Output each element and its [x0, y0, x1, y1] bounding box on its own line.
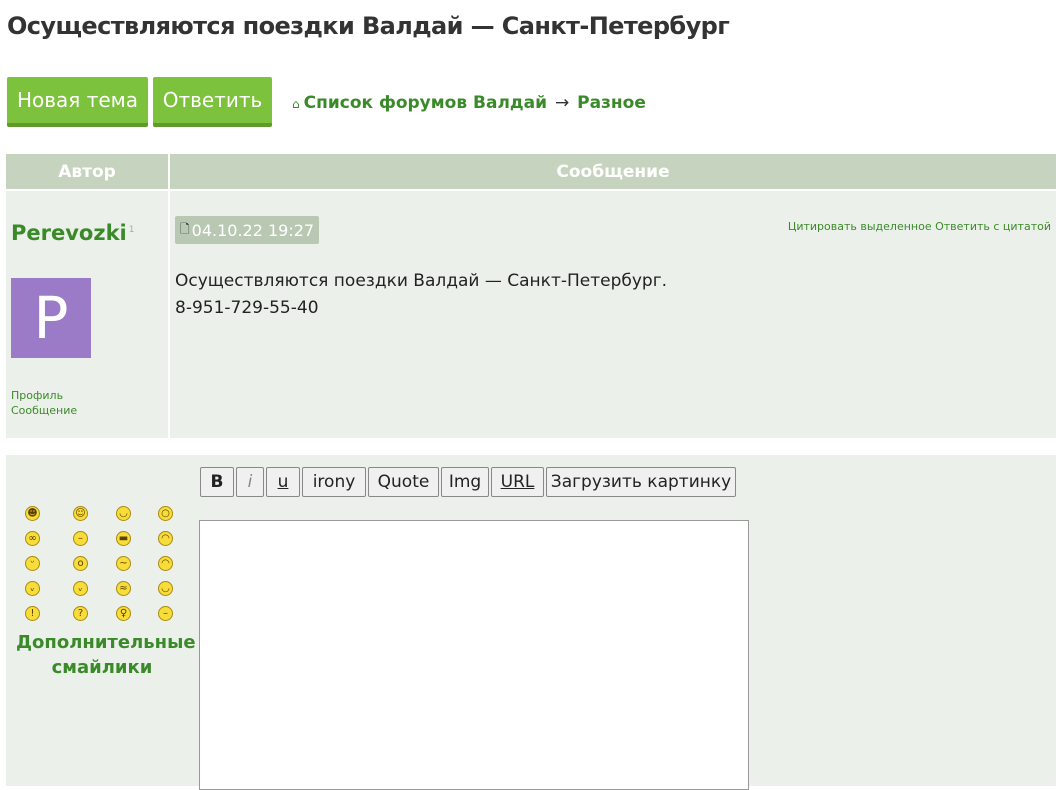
author-column-header: Автор — [6, 154, 170, 189]
more-smileys-link[interactable]: Дополнительные смайлики — [16, 630, 196, 680]
message-column-header: Сообщение — [556, 161, 670, 182]
breadcrumb-separator: → — [554, 93, 570, 113]
document-icon: 🗋 — [180, 221, 190, 236]
profile-link[interactable]: Профиль — [11, 389, 63, 402]
smiley-exclaim-icon[interactable]: ! — [25, 606, 40, 621]
avatar: P — [11, 278, 91, 358]
smiley-row: ᵥ ᵥ ≈ ◡ — [25, 578, 195, 603]
img-button[interactable]: Img — [441, 467, 489, 497]
page-title: Осуществляются поездки Валдай — Санкт-Пе… — [7, 12, 730, 40]
smiley-tongue-icon[interactable]: ᵕ — [25, 556, 40, 571]
smiley-question-icon[interactable]: ? — [73, 606, 88, 621]
quote-button[interactable]: Quote — [368, 467, 439, 497]
post-author-panel: Perevozki 1 P Профиль Сообщение — [6, 191, 168, 438]
italic-button[interactable]: i — [236, 467, 264, 497]
smiley-smile-icon[interactable]: ☺ — [73, 506, 88, 521]
smiley-shock-icon[interactable]: o — [73, 556, 88, 571]
table-header: Автор Сообщение — [6, 154, 1056, 189]
message-user-link[interactable]: Сообщение — [11, 404, 77, 417]
quote-selected-link[interactable]: Цитировать выделенное — [788, 220, 932, 233]
smiley-surprised-icon[interactable]: ○ — [158, 506, 173, 521]
quote-links: Цитировать выделенное Ответить с цитатой — [788, 220, 1051, 233]
reply-button[interactable]: Ответить — [153, 77, 272, 127]
post-text-line: Осуществляются поездки Валдай — Санкт-Пе… — [175, 271, 668, 291]
breadcrumb-section[interactable]: Разное — [577, 93, 646, 113]
smiley-row: ☻ ☺ ◡ ○ — [25, 503, 195, 528]
url-button[interactable]: URL — [491, 467, 544, 497]
user-marker: 1 — [128, 225, 135, 235]
smiley-confused-icon[interactable]: ≈ — [116, 581, 131, 596]
irony-button[interactable]: irony — [302, 467, 366, 497]
smiley-laugh-icon[interactable]: ◠ — [158, 531, 173, 546]
breadcrumb-forum-list[interactable]: Список форумов Валдай — [304, 93, 547, 113]
reply-form: ☻ ☺ ◡ ○ ∞ – ▬ ◠ ᵕ o ~ ◠ ᵥ ᵥ ≈ ◡!? ♀ – Дополнительные смай… — [6, 455, 1056, 790]
smiley-panel: ☻ ☺ ◡ ○ ∞ – ▬ ◠ ᵕ o ~ ◠ ᵥ ᵥ ≈ ◡!? ♀ – — [25, 503, 195, 628]
smiley-grin-icon[interactable]: ☻ — [25, 506, 40, 521]
reply-with-quote-link[interactable]: Ответить с цитатой — [935, 220, 1051, 233]
smiley-wink-icon[interactable]: ◡ — [116, 506, 131, 521]
underline-button[interactable]: u — [266, 467, 300, 497]
home-icon: ⌂ — [292, 97, 300, 111]
smiley-cool-icon[interactable]: ▬ — [116, 531, 131, 546]
post-username[interactable]: Perevozki 1 — [11, 221, 134, 245]
message-textarea[interactable] — [199, 520, 749, 790]
new-topic-button[interactable]: Новая тема — [7, 77, 148, 127]
smiley-row: ᵕ o ~ ◠ — [25, 553, 195, 578]
breadcrumb: ⌂ Список форумов Валдай → Разное — [292, 93, 646, 113]
smiley-evil-grin-icon[interactable]: ᵥ — [73, 581, 88, 596]
smiley-sleepy-icon[interactable]: ~ — [116, 556, 131, 571]
smiley-nerd-icon[interactable]: ∞ — [25, 531, 40, 546]
post-date[interactable]: 🗋 04.10.22 19:27 — [175, 216, 320, 244]
smiley-sad-icon[interactable]: ◠ — [158, 556, 173, 571]
post-message: Осуществляются поездки Валдай — Санкт-Пе… — [175, 268, 667, 322]
smiley-devil-icon[interactable]: ᵥ — [25, 581, 40, 596]
smiley-meh-icon[interactable]: – — [158, 606, 173, 621]
post-body-panel: 🗋 04.10.22 19:27 Цитировать выделенное От… — [170, 191, 1056, 438]
smiley-row: !? ♀ – — [25, 603, 195, 628]
smiley-row: ∞ – ▬ ◠ — [25, 528, 195, 553]
smiley-happy-icon[interactable]: ◡ — [158, 581, 173, 596]
upload-image-button[interactable]: Загрузить картинку — [546, 467, 736, 497]
smiley-idea-icon[interactable]: ♀ — [116, 606, 131, 621]
smiley-neutral-icon[interactable]: – — [73, 531, 88, 546]
post-text-line: 8-951-729-55-40 — [175, 298, 319, 318]
bold-button[interactable]: B — [200, 467, 234, 497]
